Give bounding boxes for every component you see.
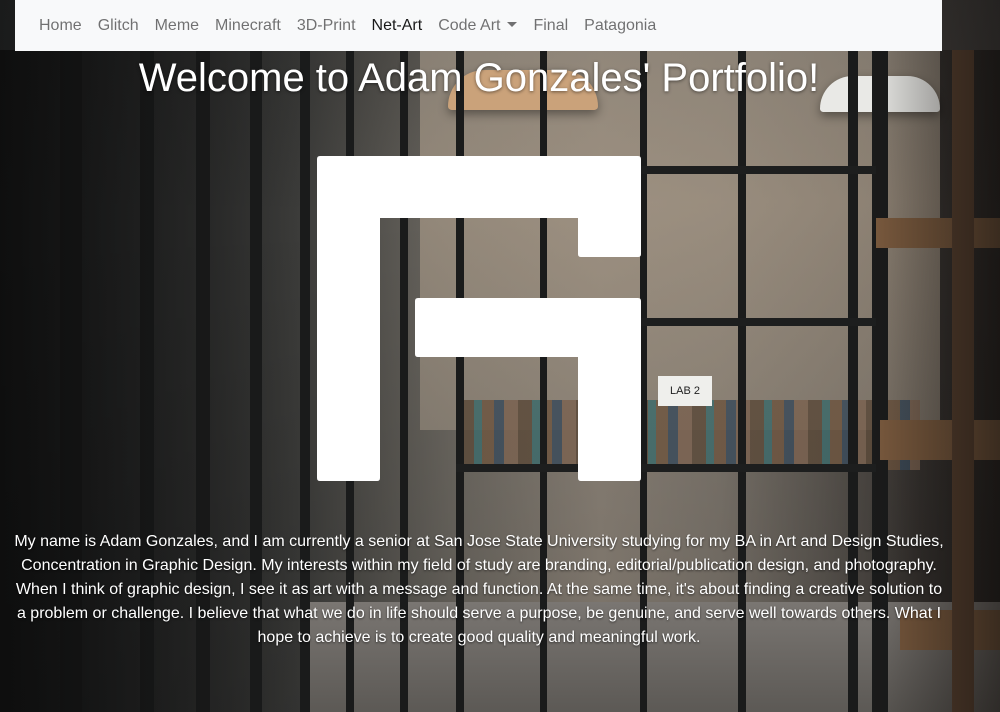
- chevron-down-icon: [507, 22, 518, 27]
- top-navbar: Home Glitch Meme Minecraft 3D-Print Net-…: [15, 0, 942, 51]
- nav-dropdown-label: Code Art: [438, 17, 501, 34]
- nav-link-3d-print[interactable]: 3D-Print: [289, 0, 364, 51]
- page-title: Welcome to Adam Gonzales' Portfolio!: [138, 56, 820, 100]
- nav-link-home[interactable]: Home: [31, 0, 90, 51]
- ag-monogram-logo: [317, 156, 641, 481]
- nav-link-patagonia[interactable]: Patagonia: [576, 0, 664, 51]
- nav-dropdown-code-art[interactable]: Code Art: [430, 0, 525, 51]
- nav-link-minecraft[interactable]: Minecraft: [207, 0, 289, 51]
- intro-paragraph: My name is Adam Gonzales, and I am curre…: [14, 533, 944, 646]
- nav-link-net-art[interactable]: Net-Art: [364, 0, 431, 51]
- nav-link-final[interactable]: Final: [525, 0, 576, 51]
- lab-sign: LAB 2: [658, 376, 712, 406]
- nav-link-meme[interactable]: Meme: [147, 0, 207, 51]
- nav-link-glitch[interactable]: Glitch: [90, 0, 147, 51]
